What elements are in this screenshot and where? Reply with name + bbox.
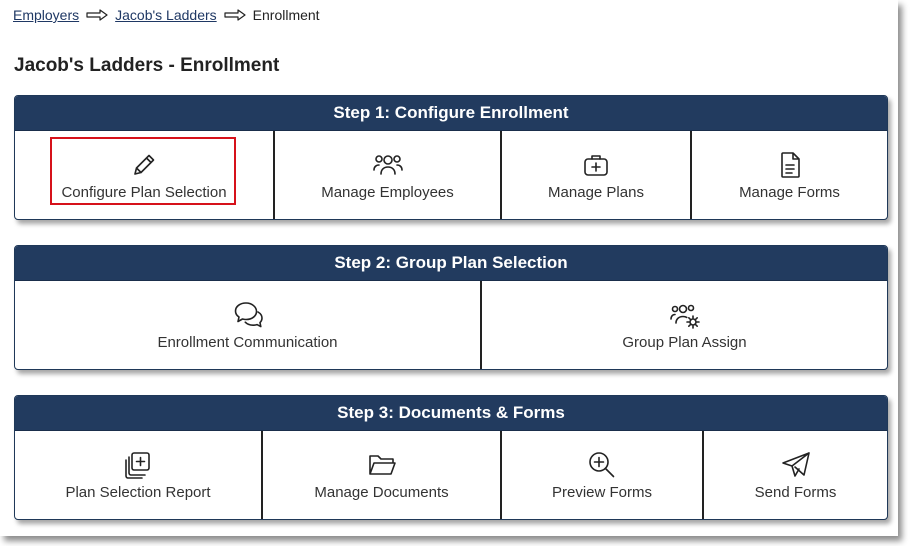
breadcrumb-link-employer[interactable]: Jacob's Ladders [115, 7, 217, 23]
arrow-right-icon [86, 9, 108, 21]
step-3-header: Step 3: Documents & Forms [15, 396, 887, 431]
step-2-header: Step 2: Group Plan Selection [15, 246, 887, 281]
copy-plus-icon [123, 450, 153, 480]
tile-label: Manage Employees [321, 183, 454, 201]
tile-label: Manage Documents [314, 483, 449, 501]
breadcrumb-current: Enrollment [252, 7, 320, 23]
users-icon [372, 150, 403, 180]
manage-documents-tile[interactable]: Manage Documents [263, 431, 502, 519]
tile-label: Plan Selection Report [65, 483, 211, 501]
page-title: Jacob's Ladders - Enrollment [14, 55, 280, 76]
send-forms-tile[interactable]: Send Forms [704, 431, 887, 519]
plan-selection-report-tile[interactable]: Plan Selection Report [15, 431, 263, 519]
tile-label: Preview Forms [551, 483, 652, 501]
zoom-in-icon [587, 450, 617, 480]
breadcrumb-link-employers[interactable]: Employers [13, 7, 79, 23]
configure-plan-selection-tile[interactable]: Configure Plan Selection [15, 131, 275, 219]
preview-forms-tile[interactable]: Preview Forms [502, 431, 704, 519]
tile-label: Manage Plans [548, 183, 644, 201]
manage-employees-tile[interactable]: Manage Employees [275, 131, 502, 219]
step-1-panel: Step 1: Configure Enrollment Configure P… [14, 95, 888, 220]
folder-open-icon [367, 450, 397, 480]
tile-label: Enrollment Communication [157, 333, 338, 351]
tile-label: Manage Forms [739, 183, 840, 201]
tile-label: Group Plan Assign [622, 333, 747, 351]
step-2-panel: Step 2: Group Plan Selection Enrollment … [14, 245, 888, 370]
breadcrumb: Employers Jacob's Ladders Enrollment [13, 6, 320, 24]
step-3-panel: Step 3: Documents & Forms Plan Selection… [14, 395, 888, 520]
paper-plane-icon [781, 450, 811, 480]
manage-plans-tile[interactable]: Manage Plans [502, 131, 692, 219]
group-plan-assign-tile[interactable]: Group Plan Assign [482, 281, 887, 369]
enrollment-page: Employers Jacob's Ladders Enrollment Jac… [0, 0, 898, 536]
tile-label: Send Forms [754, 483, 837, 501]
arrow-right-icon [224, 9, 246, 21]
document-icon [775, 150, 805, 180]
medical-kit-icon [581, 150, 611, 180]
chat-bubbles-icon [233, 300, 263, 330]
step-1-header: Step 1: Configure Enrollment [15, 96, 887, 131]
pencil-icon [129, 150, 159, 180]
enrollment-communication-tile[interactable]: Enrollment Communication [15, 281, 482, 369]
manage-forms-tile[interactable]: Manage Forms [692, 131, 887, 219]
tile-label: Configure Plan Selection [61, 183, 227, 201]
users-gear-icon [669, 300, 700, 330]
